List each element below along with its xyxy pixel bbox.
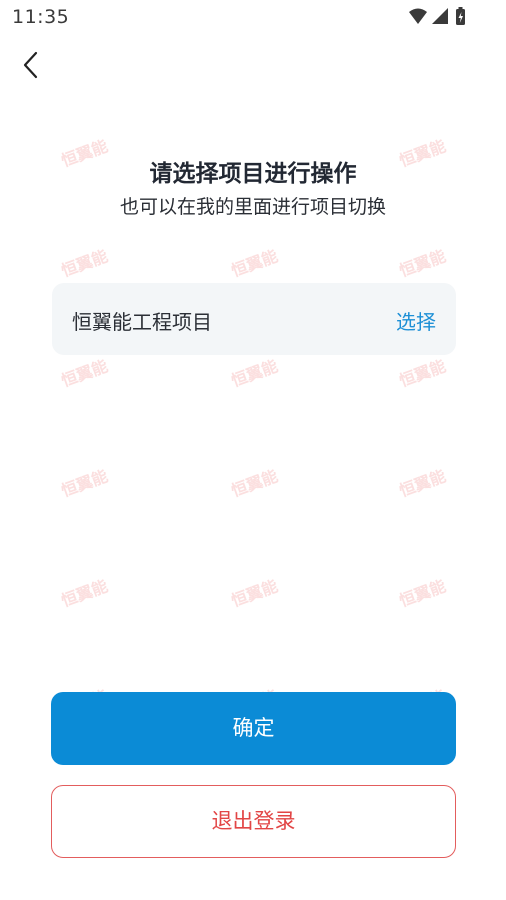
status-time: 11:35 [12,6,70,28]
select-project-link[interactable]: 选择 [396,306,436,335]
watermark-text: 恒翼能 [228,466,281,501]
cellular-signal-icon [432,8,448,24]
watermark-text: 恒翼能 [396,246,449,281]
status-icons [409,7,465,25]
back-button[interactable] [14,48,48,82]
logout-button[interactable]: 退出登录 [51,785,456,858]
watermark-text: 恒翼能 [58,466,111,501]
watermark-layer: 恒翼能 恒翼能 恒翼能 恒翼能 恒翼能 恒翼能 恒翼能 恒翼能 恒翼能 恒翼能 … [0,0,506,900]
wifi-icon [409,8,427,24]
watermark-text: 恒翼能 [58,576,111,611]
watermark-text: 恒翼能 [58,246,111,281]
watermark-text: 恒翼能 [228,356,281,391]
chevron-left-icon [23,51,38,79]
watermark-text: 恒翼能 [58,356,111,391]
watermark-text: 恒翼能 [228,246,281,281]
project-name: 恒翼能工程项目 [72,310,212,334]
watermark-text: 恒翼能 [396,466,449,501]
project-card[interactable]: 恒翼能工程项目 选择 [52,283,456,355]
page-subtitle: 也可以在我的里面进行项目切换 [119,196,386,218]
confirm-button[interactable]: 确定 [51,692,456,765]
battery-icon [456,7,465,25]
watermark-text: 恒翼能 [396,576,449,611]
watermark-text: 恒翼能 [228,576,281,611]
watermark-text: 恒翼能 [396,356,449,391]
status-bar: 11:35 [0,0,506,34]
page-title: 请选择项目进行操作 [149,161,357,187]
